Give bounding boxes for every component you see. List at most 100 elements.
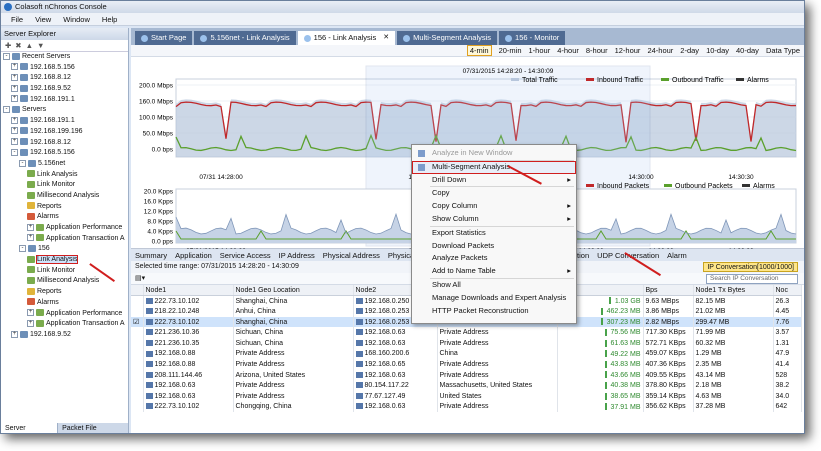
tree-item[interactable]: - Servers — [1, 105, 128, 116]
time-range-option[interactable]: 40-day — [736, 46, 759, 55]
row-check[interactable] — [131, 348, 144, 360]
filter-icon[interactable]: ▤▾ — [135, 274, 145, 282]
collapse-icon[interactable]: - — [3, 52, 10, 60]
table-row[interactable]: 221.236.10.36 Sichuan, China 192.168.0.63 P… — [131, 327, 802, 338]
tree-item[interactable]: Alarms — [1, 212, 128, 223]
remove-icon[interactable]: ✖ — [15, 41, 21, 50]
tree-item[interactable]: +192.168.191.1 — [1, 116, 128, 127]
time-range-option[interactable]: 12-hour — [615, 46, 641, 55]
context-menu-item[interactable]: Export Statistics — [412, 227, 576, 240]
analysis-tab[interactable]: Summary — [131, 251, 171, 260]
time-range-option[interactable]: 24-hour — [647, 46, 673, 55]
table-row[interactable]: 192.168.0.88 Private Address 192.168.0.65 P… — [131, 359, 802, 370]
time-range-option[interactable]: 20-min — [499, 46, 522, 55]
context-menu-item[interactable]: Multi-Segment Analysis — [412, 160, 576, 174]
row-check[interactable] — [131, 306, 144, 317]
tree-item[interactable]: +192.168.191.1 — [1, 95, 128, 106]
ip-conversation-count-button[interactable]: IP Conversation[1000/1000] — [703, 262, 798, 272]
time-range-option[interactable]: 2-day — [680, 46, 699, 55]
table-row[interactable]: 192.168.0.88 Private Address 168.160.200.6… — [131, 348, 802, 360]
column-header[interactable]: Node1 Geo Location — [233, 285, 354, 297]
tab-packet-file-explorer[interactable]: Packet File Explorer — [58, 423, 129, 433]
tree-item[interactable]: +192.168.5.156 — [1, 63, 128, 74]
table-row[interactable]: 192.168.0.63 Private Address 77.67.127.49 U… — [131, 390, 802, 402]
context-menu-item[interactable]: Download Packets — [412, 240, 576, 253]
collapse-icon[interactable]: - — [11, 148, 18, 156]
tab-server-explorer[interactable]: Server Explorer — [1, 423, 59, 433]
row-check[interactable] — [131, 327, 144, 338]
expand-icon[interactable]: + — [11, 74, 18, 82]
expand-icon[interactable]: + — [11, 116, 18, 124]
tree-item[interactable]: Reports — [1, 287, 128, 298]
context-menu-item[interactable]: Manage Downloads and Expert Analysis — [412, 292, 576, 305]
row-check[interactable]: ☑ — [131, 316, 144, 328]
collapse-icon[interactable]: - — [19, 245, 26, 253]
tree-item[interactable]: Millisecond Analysis — [1, 191, 128, 202]
time-range-option[interactable]: 4-min — [466, 45, 492, 56]
tree-item[interactable]: Link Monitor — [1, 180, 128, 191]
tree-item[interactable]: +192.168.199.196 — [1, 127, 128, 138]
tree-item[interactable]: +192.168.9.52 — [1, 330, 128, 341]
analysis-tab[interactable]: Alarm — [663, 251, 691, 260]
tree-item[interactable]: +192.168.8.12 — [1, 138, 128, 149]
context-menu-item[interactable]: Drill Down ▸ — [412, 174, 576, 187]
add-server-icon[interactable]: ✚ — [5, 41, 11, 50]
tree-item[interactable]: Reports — [1, 202, 128, 213]
doc-tab[interactable]: 156 - Link Analysis ✕ — [297, 31, 396, 45]
tree-item[interactable]: Alarms — [1, 298, 128, 309]
tree-item[interactable]: + Application Performance — [1, 223, 128, 234]
data-type-dropdown[interactable]: Data Type — [766, 46, 800, 55]
search-input[interactable]: Search IP Conversation — [706, 274, 798, 284]
menu-file[interactable]: File — [5, 15, 29, 24]
column-header[interactable]: Bps — [643, 285, 694, 297]
time-range-option[interactable]: 10-day — [706, 46, 729, 55]
table-row[interactable]: 222.73.10.102 Chongqing, China 192.168.0.6… — [131, 401, 802, 413]
row-check[interactable] — [131, 401, 144, 413]
time-range-option[interactable]: 8-hour — [586, 46, 608, 55]
context-menu-item[interactable]: Add to Name Table ▸ — [412, 265, 576, 278]
column-header[interactable]: Node1 Tx Bytes — [693, 285, 774, 297]
context-menu-item[interactable]: Copy Column ▸ — [412, 200, 576, 213]
expand-icon[interactable]: + — [11, 95, 18, 103]
menu-view[interactable]: View — [29, 15, 57, 24]
tree-item[interactable]: Link Analysis — [1, 170, 128, 181]
tree-item[interactable]: - Recent Servers — [1, 52, 128, 63]
analysis-tab[interactable]: Application — [171, 251, 216, 260]
column-header[interactable]: Noc — [773, 285, 802, 297]
expand-icon[interactable]: + — [11, 138, 18, 146]
table-row[interactable]: 192.168.0.63 Private Address 80.154.117.22… — [131, 380, 802, 391]
tree-item[interactable]: Link Analysis — [1, 255, 128, 266]
analysis-tab[interactable]: Service Access — [216, 251, 275, 260]
context-menu-item[interactable]: Show Column ▸ — [412, 213, 576, 226]
row-check[interactable] — [131, 337, 144, 349]
collapse-icon[interactable]: - — [19, 159, 26, 167]
doc-tab[interactable]: 156 - Monitor — [499, 31, 566, 45]
doc-tab[interactable]: Multi-Segment Analysis — [397, 31, 498, 45]
column-header[interactable] — [131, 285, 144, 297]
tree-item[interactable]: - 156 — [1, 244, 128, 255]
doc-tab[interactable]: 5.156net - Link Analysis — [194, 31, 296, 45]
row-check[interactable] — [131, 390, 144, 402]
expand-icon[interactable]: + — [27, 309, 34, 317]
row-check[interactable] — [131, 369, 144, 381]
time-range-option[interactable]: 1-hour — [529, 46, 551, 55]
column-header[interactable]: Node1 — [143, 285, 234, 297]
tree-item[interactable]: + Application Transaction A — [1, 319, 128, 330]
context-menu-item[interactable]: Copy — [412, 187, 576, 200]
time-range-option[interactable]: 4-hour — [557, 46, 579, 55]
row-check[interactable] — [131, 295, 144, 307]
expand-icon[interactable]: + — [11, 330, 18, 338]
doc-tab[interactable]: Start Page — [135, 31, 193, 45]
tree-item[interactable]: - 192.168.5.156 — [1, 148, 128, 159]
expand-icon[interactable]: + — [11, 127, 18, 135]
close-icon[interactable]: ✕ — [383, 31, 389, 45]
menu-window[interactable]: Window — [57, 15, 96, 24]
expand-icon[interactable]: + — [27, 223, 34, 231]
context-menu-item[interactable]: HTTP Packet Reconstruction — [412, 305, 576, 318]
context-menu-item[interactable]: Analyze Packets — [412, 252, 576, 265]
row-check[interactable] — [131, 359, 144, 370]
tree-item[interactable]: +192.168.9.52 — [1, 84, 128, 95]
row-check[interactable] — [131, 380, 144, 391]
expand-icon[interactable]: + — [11, 63, 18, 71]
expand-icon[interactable]: + — [27, 234, 34, 242]
